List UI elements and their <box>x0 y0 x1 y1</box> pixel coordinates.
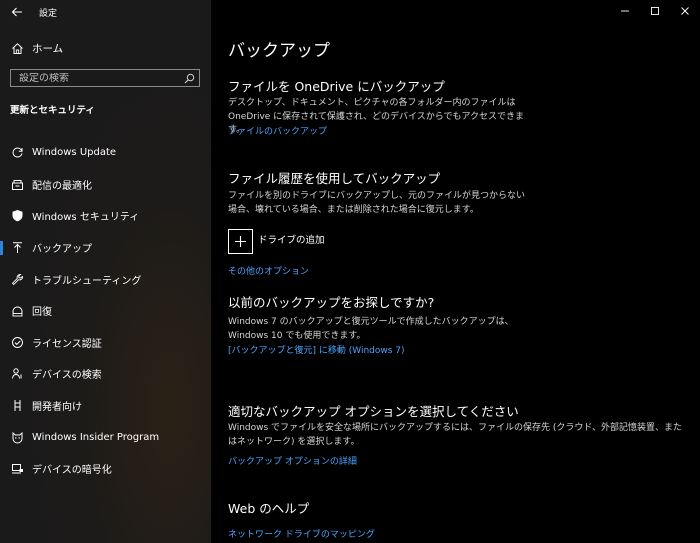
onedrive-heading: ファイルを OneDrive にバックアップ <box>228 79 445 94</box>
backup-arrow-icon <box>10 241 24 255</box>
minimize-icon <box>618 4 632 18</box>
section-title: 更新とセキュリティ <box>10 105 95 116</box>
nav-home[interactable]: ホーム <box>10 38 63 58</box>
more-options-link[interactable]: その他のオプション <box>228 264 309 277</box>
file-backup-link[interactable]: ファイルのバックアップ <box>228 124 327 137</box>
sidebar-item-label: トラブルシューティング <box>32 275 142 287</box>
delivery-optimization-icon <box>10 177 24 191</box>
file-history-heading: ファイル履歴を使用してバックアップ <box>228 171 441 186</box>
nav-list: Windows Update 配信の最適化 Windows セキュリティ バック… <box>0 137 211 485</box>
older-backup-description: Windows 7 のバックアップと復元ツールで作成したバックアップは、Wind… <box>228 317 514 341</box>
check-circle-icon <box>10 335 24 349</box>
sidebar-item-delivery-optimization[interactable]: 配信の最適化 <box>0 169 211 201</box>
backup-restore-link[interactable]: [バックアップと復元] に移動 (Windows 7) <box>228 343 405 356</box>
older-backup-heading: 以前のバックアップをお探しですか? <box>228 295 435 310</box>
plus-icon <box>228 229 253 254</box>
search-input[interactable] <box>11 72 183 84</box>
sidebar-item-device-encryption[interactable]: デバイスの暗号化 <box>0 453 211 485</box>
window-controls <box>610 0 700 22</box>
page-title: バックアップ <box>228 41 330 61</box>
sidebar-item-developers[interactable]: 開発者向け <box>0 390 211 422</box>
search-icon[interactable] <box>183 72 195 84</box>
close-button[interactable] <box>670 0 700 22</box>
sidebar-item-backup[interactable]: バックアップ <box>0 232 211 264</box>
back-arrow-icon[interactable] <box>10 5 24 19</box>
sidebar-item-label: デバイスの暗号化 <box>32 465 112 477</box>
sidebar-item-label: バックアップ <box>32 244 92 256</box>
sidebar-item-windows-insider[interactable]: Windows Insider Program <box>0 421 211 453</box>
sidebar-item-recovery[interactable]: 回復 <box>0 295 211 327</box>
sidebar-item-label: 配信の最適化 <box>32 180 92 192</box>
sidebar-item-label: ライセンス認証 <box>32 338 102 350</box>
developer-icon <box>10 399 24 413</box>
close-icon <box>678 4 692 18</box>
sidebar: 設定 ホーム 更新とセキュリティ Windows Update 配信の最適化 <box>0 0 211 543</box>
sidebar-item-windows-security[interactable]: Windows セキュリティ <box>0 200 211 232</box>
sidebar-item-windows-update[interactable]: Windows Update <box>0 137 211 169</box>
sidebar-item-label: 回復 <box>32 307 52 319</box>
wrench-icon <box>10 272 24 286</box>
web-help-heading: Web のヘルプ <box>228 501 310 516</box>
add-drive-button[interactable]: ドライブの追加 <box>228 229 325 254</box>
choose-backup-heading: 適切なバックアップ オプションを選択してください <box>228 404 519 419</box>
add-drive-label: ドライブの追加 <box>258 235 325 246</box>
recovery-icon <box>10 304 24 318</box>
sidebar-item-label: 開発者向け <box>32 402 82 414</box>
device-encryption-icon <box>10 462 24 476</box>
minimize-button[interactable] <box>610 0 640 22</box>
sidebar-item-troubleshoot[interactable]: トラブルシューティング <box>0 263 211 295</box>
sidebar-item-label: Windows Update <box>32 147 117 159</box>
sidebar-item-find-device[interactable]: デバイスの検索 <box>0 358 211 390</box>
maximize-icon <box>648 4 662 18</box>
maximize-button[interactable] <box>640 0 670 22</box>
sidebar-item-label: デバイスの検索 <box>32 370 102 382</box>
app-title: 設定 <box>39 8 58 19</box>
backup-options-details-link[interactable]: バックアップ オプションの詳細 <box>228 454 357 467</box>
person-pin-icon <box>10 367 24 381</box>
nav-home-label: ホーム <box>32 42 64 55</box>
map-network-drive-link[interactable]: ネットワーク ドライブのマッピング <box>228 527 375 540</box>
home-icon <box>10 41 24 55</box>
titlebar-left: 設定 <box>10 4 57 20</box>
shield-icon <box>10 209 24 223</box>
search-box[interactable] <box>10 69 200 87</box>
choose-backup-description: Windows でファイルを安全な場所にバックアップするには、ファイルの保存先 … <box>228 423 683 447</box>
refresh-icon <box>10 146 24 160</box>
insider-cat-icon <box>10 430 24 444</box>
sidebar-item-activation[interactable]: ライセンス認証 <box>0 327 211 359</box>
sidebar-item-label: Windows セキュリティ <box>32 212 140 224</box>
file-history-description: ファイルを別のドライブにバックアップし、元のファイルが見つからない場合、壊れてい… <box>228 191 526 215</box>
sidebar-item-label: Windows Insider Program <box>32 431 160 443</box>
